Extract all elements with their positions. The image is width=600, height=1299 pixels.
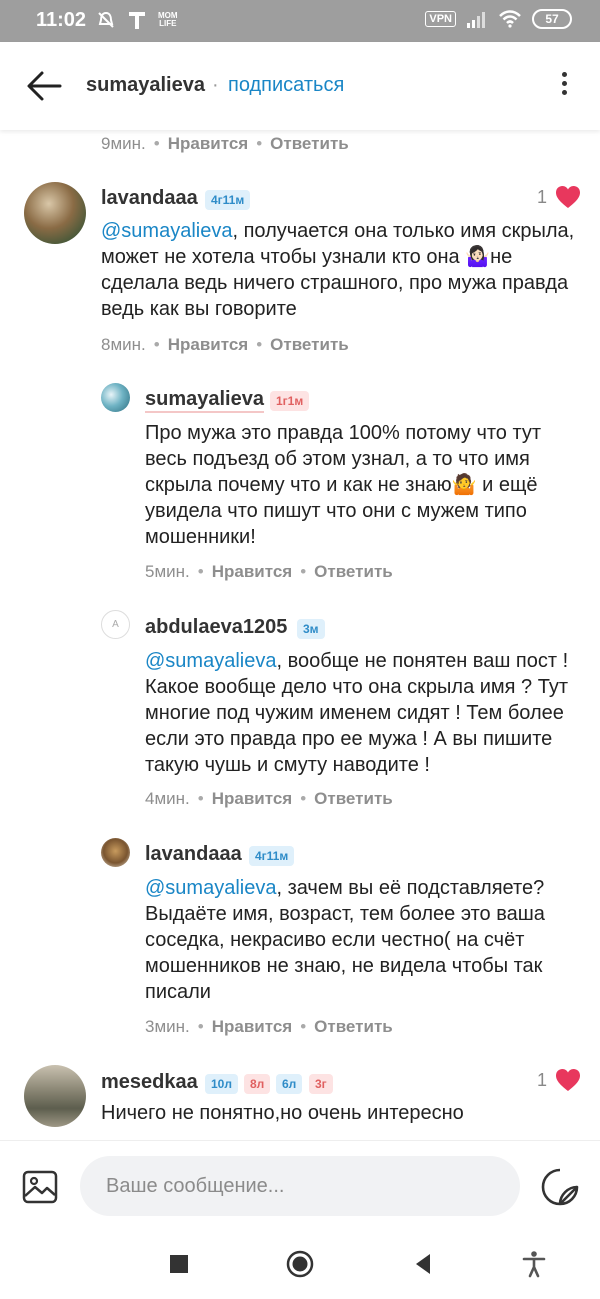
- comment-meta: 5мин. • Нравится • Ответить: [145, 562, 393, 581]
- age-badge: 4г11м: [249, 846, 295, 866]
- subscribe-link[interactable]: подписаться: [228, 74, 344, 97]
- avatar[interactable]: [101, 383, 130, 412]
- alarm-off-icon: [98, 11, 114, 28]
- avatar[interactable]: [24, 1065, 86, 1127]
- header-separator: ·: [212, 74, 219, 96]
- comment-time: 8мин.: [101, 335, 146, 354]
- comment-text: @sumayalieva, получается она только имя …: [101, 218, 591, 322]
- avatar[interactable]: [24, 182, 86, 244]
- avatar-letter: A: [112, 619, 119, 630]
- age-badge: 10л: [205, 1074, 238, 1094]
- comment-text: @sumayalieva, зачем вы её подставляете? …: [145, 875, 585, 1005]
- status-right-icons: VPN 57: [425, 9, 572, 29]
- like-button[interactable]: Нравится: [212, 789, 293, 808]
- age-badge: 6л: [276, 1074, 303, 1094]
- signal-icon: [467, 12, 485, 28]
- avatar[interactable]: [101, 838, 130, 867]
- like-count: 1: [537, 186, 548, 207]
- comment-time: 3мин.: [145, 1017, 190, 1036]
- vpn-badge: VPN: [425, 11, 456, 27]
- back-arrow-icon[interactable]: [24, 68, 64, 104]
- age-badge: 3м: [297, 619, 325, 639]
- nav-home-icon[interactable]: [286, 1250, 314, 1278]
- momlife-icon: MOM LIFE: [158, 12, 178, 28]
- accessibility-icon[interactable]: [520, 1250, 548, 1278]
- reply-button[interactable]: Ответить: [270, 134, 349, 153]
- likes[interactable]: 1: [537, 1068, 581, 1092]
- message-input[interactable]: [80, 1156, 520, 1216]
- like-count: 1: [537, 1069, 548, 1090]
- heart-icon[interactable]: [555, 185, 581, 209]
- sticker-icon[interactable]: [540, 1167, 580, 1207]
- likes[interactable]: 1: [537, 185, 581, 209]
- comment-text: Ничего не понятно,но очень интересно: [101, 1102, 464, 1124]
- nav-stop-icon[interactable]: [165, 1250, 193, 1278]
- mention-link[interactable]: @sumayalieva: [101, 220, 232, 242]
- heart-icon[interactable]: [555, 1068, 581, 1092]
- like-button[interactable]: Нравится: [212, 1017, 293, 1036]
- comments-feed[interactable]: 9мин. • Нравится • Ответить lavandaaa 4г11м …: [0, 130, 600, 1140]
- more-vert-icon[interactable]: [552, 68, 576, 104]
- comment-time: 9мин.: [101, 134, 146, 153]
- comment-meta: 4мин. • Нравится • Ответить: [145, 789, 393, 808]
- t-icon: [129, 12, 145, 29]
- age-badge: 3г: [309, 1074, 333, 1094]
- comment-username[interactable]: mesedkaa: [101, 1071, 198, 1094]
- comment-username[interactable]: abdulaeva1205: [145, 616, 287, 639]
- wifi-icon: [499, 10, 521, 28]
- age-badge: 1г1м: [270, 391, 310, 411]
- status-time: 11:02: [36, 9, 87, 31]
- emoji: 🤷: [451, 474, 477, 496]
- like-button[interactable]: Нравится: [168, 134, 249, 153]
- like-button[interactable]: Нравится: [212, 562, 293, 581]
- comment-meta: 8мин. • Нравится • Ответить: [101, 335, 349, 354]
- post-author[interactable]: sumayalieva: [86, 74, 205, 97]
- nav-back-icon[interactable]: [410, 1250, 438, 1278]
- reply-button[interactable]: Ответить: [314, 562, 393, 581]
- age-badge: 8л: [244, 1074, 271, 1094]
- comment-time: 5мин.: [145, 562, 190, 581]
- status-left-icons: MOM LIFE: [96, 10, 178, 30]
- status-bar: 11:02 MOM LIFE VPN 57: [0, 0, 600, 42]
- comment-username[interactable]: lavandaaa: [145, 843, 242, 866]
- comment-meta: 9мин. • Нравится • Ответить: [101, 134, 349, 153]
- comment-text: @sumayalieva, вообще не понятен ваш пост…: [145, 648, 590, 778]
- age-badge: 4г11м: [205, 190, 251, 210]
- momlife-line2: LIFE: [159, 19, 177, 28]
- avatar[interactable]: A: [101, 610, 130, 639]
- comment-time: 4мин.: [145, 789, 190, 808]
- mention-link[interactable]: @sumayalieva: [145, 877, 276, 899]
- battery-indicator: 57: [532, 9, 572, 29]
- like-button[interactable]: Нравится: [168, 335, 249, 354]
- reply-button[interactable]: Ответить: [314, 789, 393, 808]
- composer-bar: [0, 1140, 600, 1230]
- system-nav-bar: [0, 1230, 600, 1299]
- image-icon[interactable]: [22, 1169, 58, 1205]
- comment-meta: 3мин. • Нравится • Ответить: [145, 1017, 393, 1036]
- reply-button[interactable]: Ответить: [270, 335, 349, 354]
- app-header: sumayalieva · подписаться: [0, 42, 600, 130]
- comment-text: Про мужа это правда 100% потому что тут …: [145, 420, 585, 550]
- mention-link[interactable]: @sumayalieva: [145, 650, 276, 672]
- emoji: 🤷🏻‍♀️: [465, 246, 491, 268]
- reply-button[interactable]: Ответить: [314, 1017, 393, 1036]
- comment-username[interactable]: sumayalieva: [145, 388, 264, 413]
- comment-username[interactable]: lavandaaa: [101, 187, 198, 210]
